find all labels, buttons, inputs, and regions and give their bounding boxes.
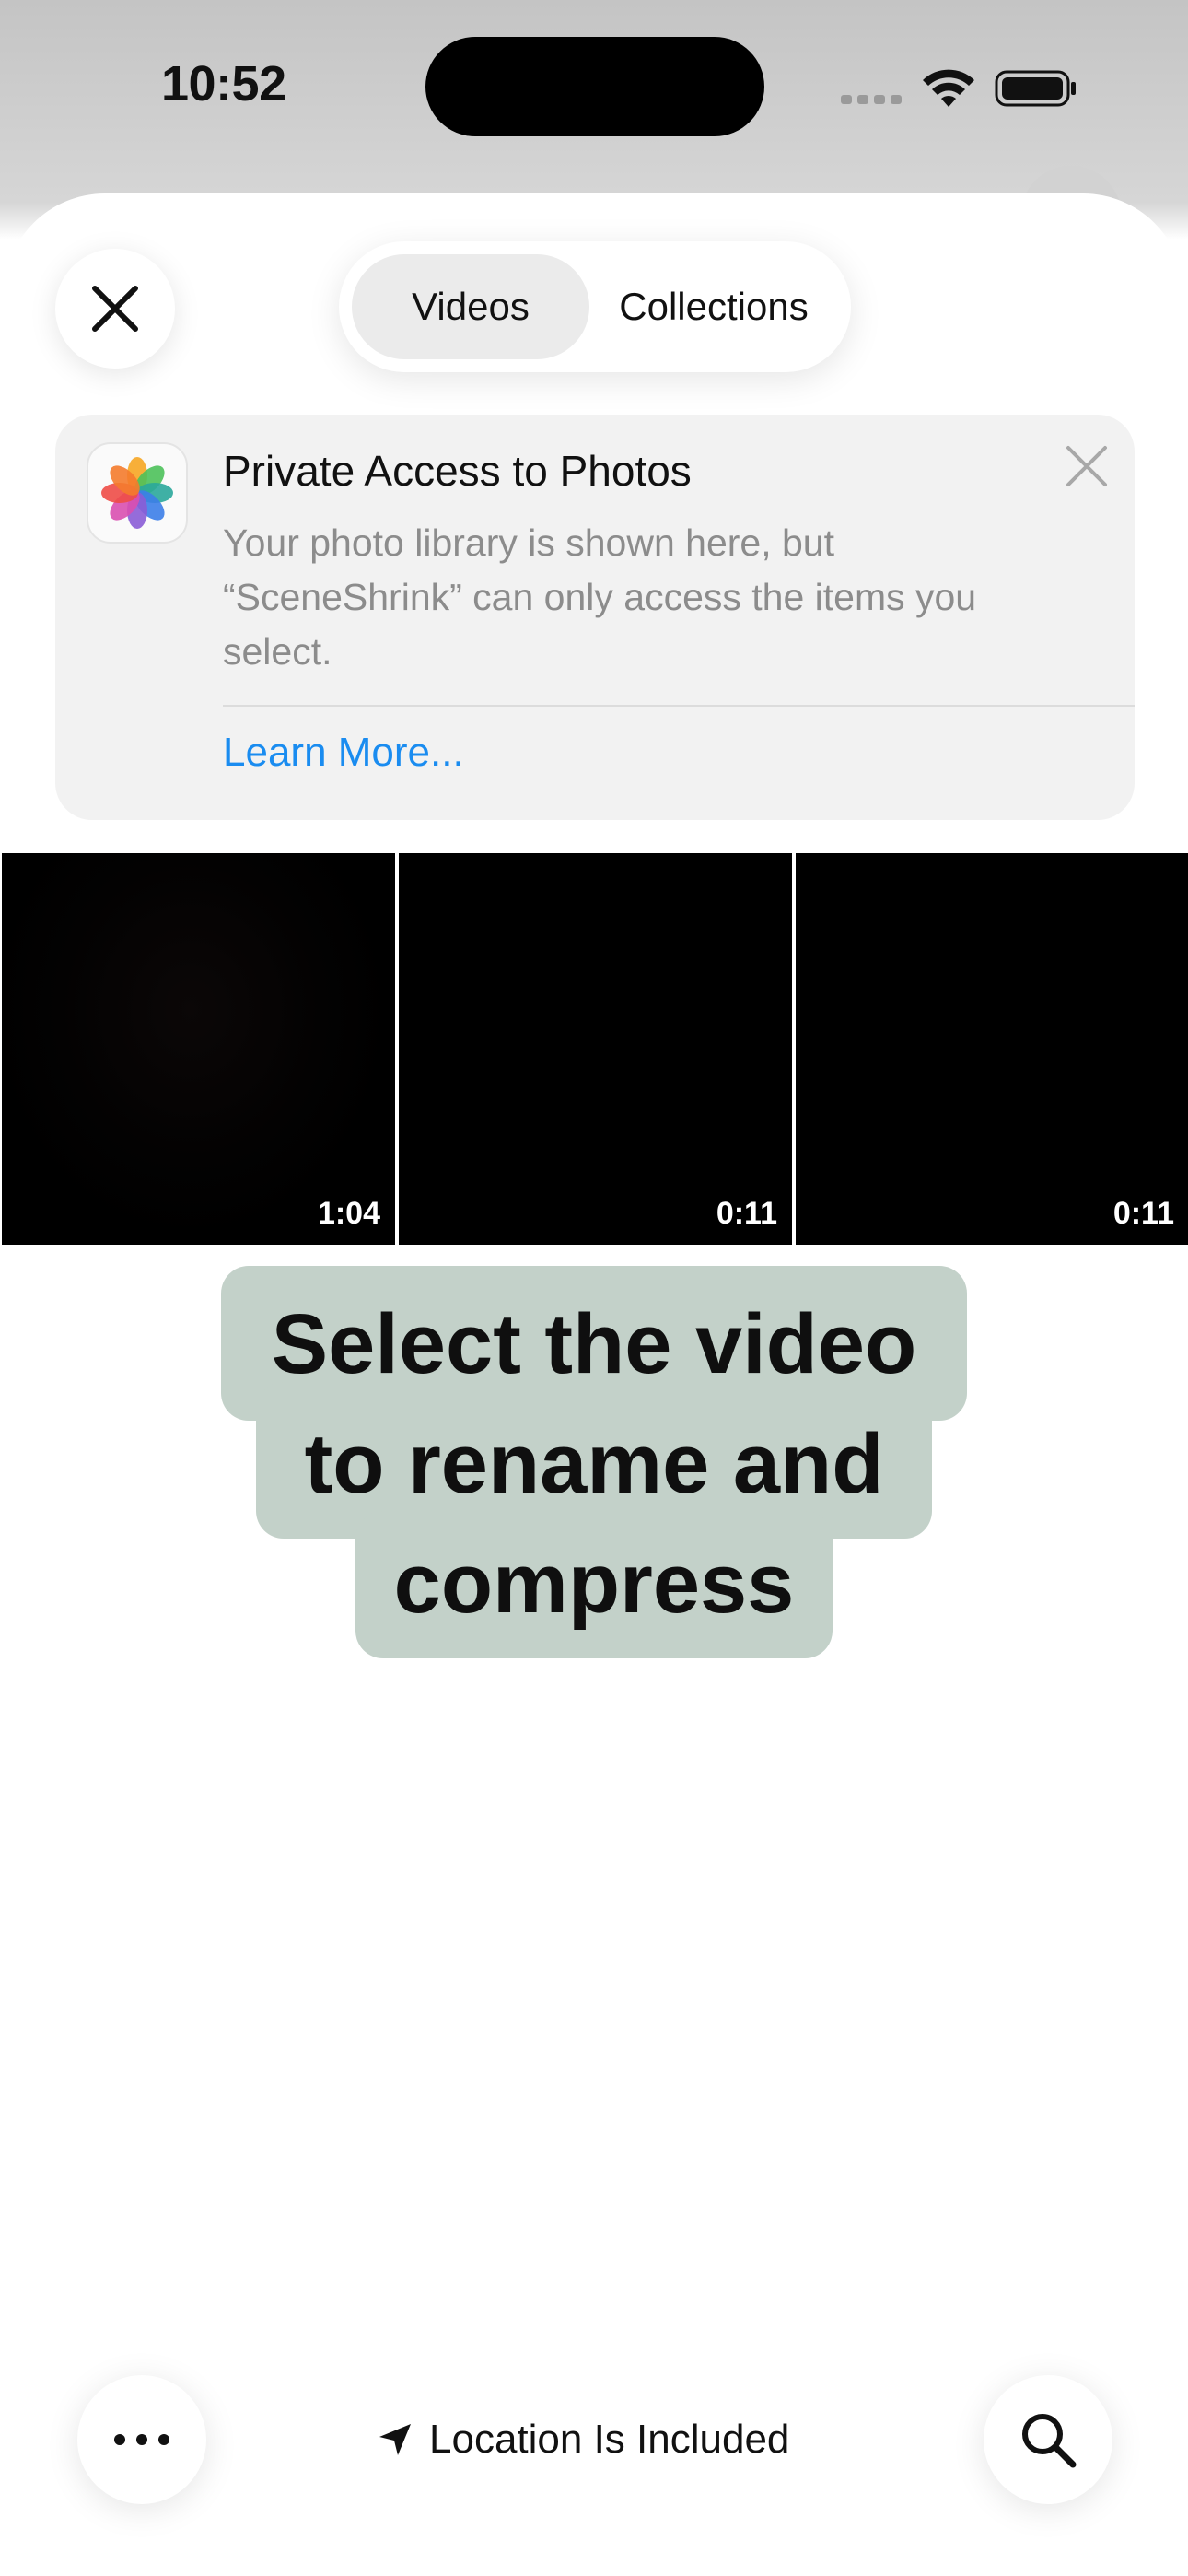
location-arrow-icon bbox=[379, 2424, 411, 2455]
wifi-icon bbox=[923, 69, 974, 107]
private-access-card: Private Access to Photos Your photo libr… bbox=[55, 415, 1135, 820]
dismiss-card-icon[interactable] bbox=[1061, 440, 1112, 492]
video-duration: 0:11 bbox=[716, 1196, 777, 1231]
learn-more-link[interactable]: Learn More... bbox=[223, 730, 464, 776]
close-button[interactable] bbox=[55, 249, 175, 369]
caption-line: Select the video bbox=[271, 1297, 917, 1391]
cellular-signal-icon bbox=[841, 92, 907, 109]
tab-videos[interactable]: Videos bbox=[352, 254, 589, 359]
location-label: Location Is Included bbox=[429, 2417, 790, 2462]
tab-collections[interactable]: Collections bbox=[589, 254, 838, 359]
caption-line: compress bbox=[393, 1537, 795, 1631]
more-options-button[interactable] bbox=[77, 2375, 206, 2504]
video-duration: 1:04 bbox=[317, 1196, 380, 1231]
video-thumbnail[interactable]: 0:11 bbox=[399, 853, 792, 1245]
video-duration: 0:11 bbox=[1112, 1196, 1174, 1231]
location-options-button[interactable]: Location Is Included bbox=[378, 2410, 789, 2469]
close-icon bbox=[92, 286, 138, 332]
ellipsis-icon bbox=[114, 2434, 169, 2445]
card-body: Your photo library is shown here, but “S… bbox=[223, 521, 977, 673]
dynamic-island bbox=[425, 37, 764, 136]
photos-app-icon bbox=[87, 442, 188, 544]
video-thumbnail[interactable]: 1:04 bbox=[2, 853, 395, 1245]
caption-line: to rename and bbox=[304, 1417, 884, 1511]
card-title: Private Access to Photos bbox=[223, 447, 692, 495]
card-divider bbox=[223, 705, 1135, 707]
status-time: 10:52 bbox=[161, 56, 286, 111]
picker-tabs: Videos Collections bbox=[339, 241, 851, 372]
search-icon bbox=[1022, 2414, 1077, 2468]
screen: 10:52 Videos Collections Private Access … bbox=[0, 0, 1188, 2576]
battery-icon bbox=[995, 70, 1076, 107]
video-thumbnail[interactable]: 0:11 bbox=[796, 853, 1188, 1245]
search-button[interactable] bbox=[984, 2375, 1112, 2504]
